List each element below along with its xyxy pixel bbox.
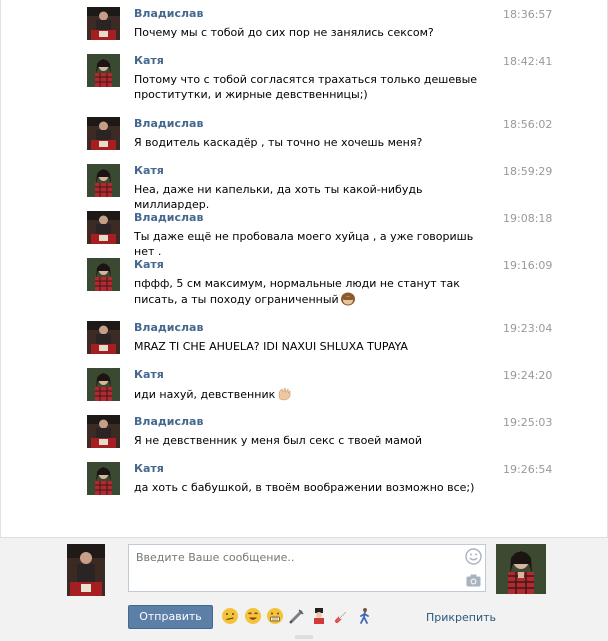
message-text: Неа, даже ни капельки, да хоть ты какой-…	[134, 182, 489, 212]
sender-name[interactable]: Владислав	[134, 321, 203, 335]
my-avatar[interactable]	[67, 544, 105, 596]
resize-grip-icon[interactable]	[295, 635, 313, 639]
sender-avatar[interactable]	[87, 462, 120, 495]
peer-avatar[interactable]	[496, 544, 546, 594]
sender-avatar[interactable]	[87, 258, 120, 291]
message-input[interactable]	[128, 544, 486, 592]
message-text-content: Я не девственник у меня был секс с твоей…	[134, 434, 423, 447]
monkey-icon	[340, 291, 356, 306]
sender-name[interactable]: Катя	[134, 164, 164, 178]
message-time: 18:56:02	[503, 118, 553, 131]
sender-name[interactable]: Катя	[134, 462, 164, 476]
sender-avatar[interactable]	[87, 54, 120, 87]
smile-icon[interactable]	[465, 548, 482, 565]
message-time: 19:08:18	[503, 212, 553, 225]
confused-face-icon[interactable]	[221, 607, 239, 625]
message-text: да хоть с бабушкой, в твоём воображении …	[134, 480, 489, 495]
sender-avatar[interactable]	[87, 321, 120, 354]
sender-avatar[interactable]	[87, 415, 120, 448]
waving-hand-icon	[276, 386, 292, 401]
grimacing-face-icon[interactable]	[266, 607, 284, 625]
message-time: 18:36:57	[503, 8, 553, 21]
compose-area: Отправить	[0, 537, 608, 641]
message-time: 18:59:29	[503, 165, 553, 178]
message-text-content: Я водитель каскадёр , ты точно не хочешь…	[134, 136, 423, 149]
message-time: 18:42:41	[503, 55, 553, 68]
message-text-content: Неа, даже ни капельки, да хоть ты какой-…	[134, 183, 423, 211]
syringe-icon[interactable]	[288, 607, 306, 625]
sender-avatar[interactable]	[87, 368, 120, 401]
walking-person-icon[interactable]	[355, 607, 373, 625]
message-text-content: Потому что с тобой согласятся трахаться …	[134, 73, 478, 101]
sender-avatar[interactable]	[87, 117, 120, 150]
sender-avatar[interactable]	[87, 7, 120, 40]
message-text-content: иди нахуй, девственник	[134, 388, 276, 401]
message-time: 19:25:03	[503, 416, 553, 429]
sender-name[interactable]: Катя	[134, 54, 164, 68]
message-time: 19:16:09	[503, 259, 553, 272]
message-text-content: пффф, 5 см максимум, нормальные люди не …	[134, 277, 460, 306]
message-time: 19:24:20	[503, 369, 553, 382]
message-text-content: MRAZ TI CHE AHUELA? IDI NAXUI SHLUXA TUP…	[134, 340, 408, 353]
message-text: Почему мы с тобой до сих пор не занялись…	[134, 25, 489, 40]
attach-link[interactable]: Прикрепить	[426, 611, 496, 625]
message-text: Потому что с тобой согласятся трахаться …	[134, 72, 489, 102]
message-text: Я водитель каскадёр , ты точно не хочешь…	[134, 135, 489, 150]
sender-name[interactable]: Владислав	[134, 211, 203, 225]
grinning-face-icon[interactable]	[244, 607, 262, 625]
guardsman-icon[interactable]	[310, 607, 328, 625]
sender-name[interactable]: Владислав	[134, 7, 203, 21]
sender-name[interactable]: Катя	[134, 258, 164, 272]
message-text-content: Ты даже ещё не пробовала моего хуйца , а…	[134, 230, 474, 258]
sender-name[interactable]: Владислав	[134, 117, 203, 131]
sender-name[interactable]: Владислав	[134, 415, 203, 429]
sender-avatar[interactable]	[87, 164, 120, 197]
message-text-content: Почему мы с тобой до сих пор не занялись…	[134, 26, 434, 39]
message-history: Владислав 18:36:57 Почему мы с тобой до си…	[0, 0, 608, 537]
message-text: MRAZ TI CHE AHUELA? IDI NAXUI SHLUXA TUP…	[134, 339, 489, 354]
send-button[interactable]: Отправить	[128, 605, 213, 629]
message-text: иди нахуй, девственник	[134, 386, 489, 402]
sender-avatar[interactable]	[87, 211, 120, 244]
camera-icon[interactable]	[466, 574, 481, 587]
message-text: Я не девственник у меня был секс с твоей…	[134, 433, 489, 448]
message-time: 19:23:04	[503, 322, 553, 335]
pill-icon[interactable]	[333, 607, 351, 625]
message-text: Ты даже ещё не пробовала моего хуйца , а…	[134, 229, 489, 259]
message-text-content: да хоть с бабушкой, в твоём воображении …	[134, 481, 475, 494]
sender-name[interactable]: Катя	[134, 368, 164, 382]
message-text: пффф, 5 см максимум, нормальные люди не …	[134, 276, 489, 307]
message-time: 19:26:54	[503, 463, 553, 476]
